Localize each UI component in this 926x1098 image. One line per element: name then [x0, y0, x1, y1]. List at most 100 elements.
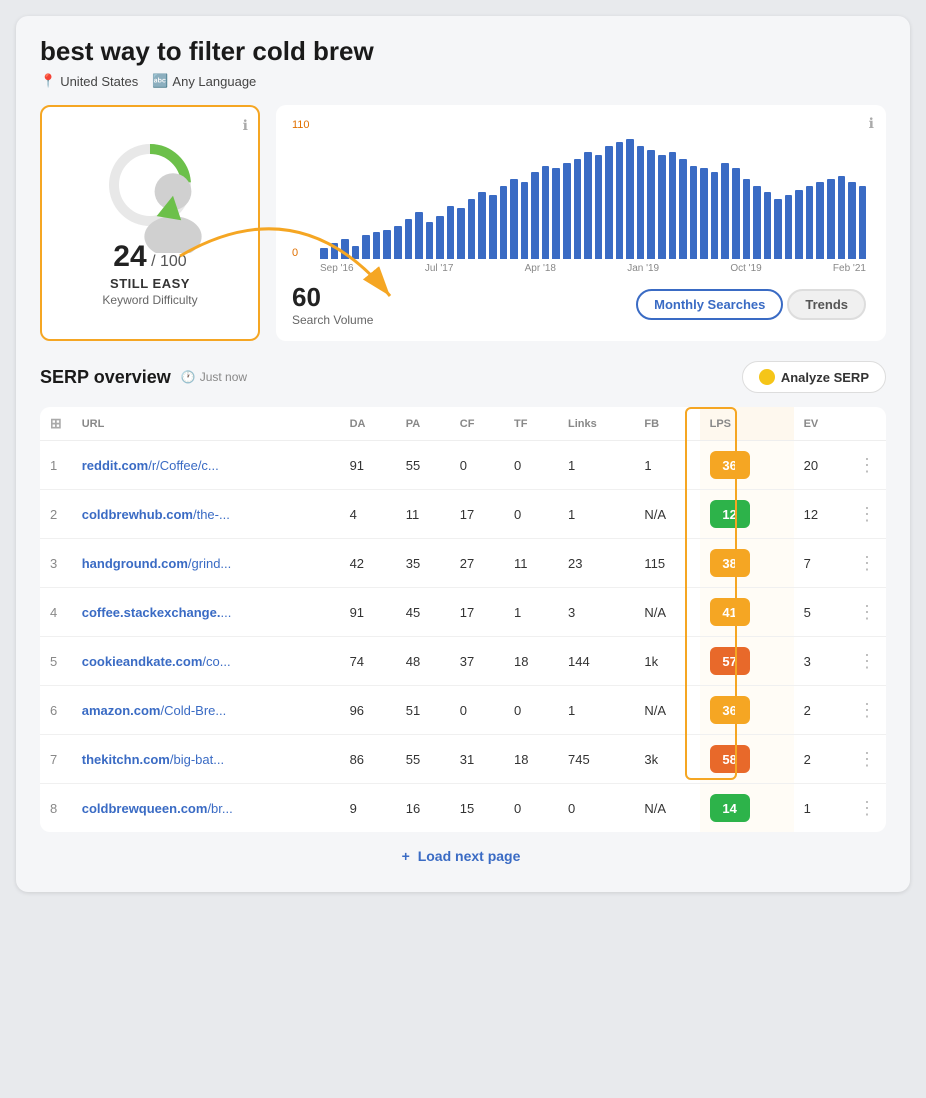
more-icon[interactable]: ⋮: [858, 504, 876, 524]
chart-bar: [690, 166, 698, 259]
difficulty-max: / 100: [151, 253, 187, 270]
cell-rank: 8: [40, 784, 72, 833]
chart-bar: [848, 182, 856, 259]
url-link[interactable]: cookieandkate.com/co...: [82, 654, 231, 669]
cell-url[interactable]: handground.com/grind...: [72, 539, 340, 588]
cell-rank: 7: [40, 735, 72, 784]
chart-bar: [785, 195, 793, 259]
cell-links: 3: [558, 588, 634, 637]
url-domain: coffee.stackexchange.: [82, 605, 221, 620]
more-icon[interactable]: ⋮: [858, 553, 876, 573]
difficulty-label: STILL EASY: [110, 276, 190, 291]
cell-more[interactable]: ⋮: [848, 637, 886, 686]
table-row: 1 reddit.com/r/Coffee/c... 91 55 0 0 1 1…: [40, 441, 886, 490]
url-link[interactable]: coldbrewqueen.com/br...: [82, 801, 233, 816]
chart-bar: [700, 168, 708, 259]
chart-bar: [595, 155, 603, 259]
chart-tab-group: Monthly Searches Trends: [636, 289, 866, 320]
table-header-row: ⊞ URL DA PA CF TF Links FB LPS EV: [40, 407, 886, 441]
difficulty-donut: [105, 140, 195, 230]
analyze-btn-label: Analyze SERP: [781, 370, 869, 385]
url-link[interactable]: handground.com/grind...: [82, 556, 232, 571]
url-domain: amazon.com: [82, 703, 161, 718]
tab-monthly-searches[interactable]: Monthly Searches: [636, 289, 783, 320]
more-icon[interactable]: ⋮: [858, 798, 876, 818]
coin-icon: [759, 369, 775, 385]
cell-da: 91: [340, 441, 396, 490]
chart-bar: [658, 155, 666, 259]
cell-url[interactable]: coldbrewhub.com/the-...: [72, 490, 340, 539]
url-link[interactable]: coldbrewhub.com/the-...: [82, 507, 230, 522]
url-link[interactable]: reddit.com/r/Coffee/c...: [82, 458, 219, 473]
cell-rank: 4: [40, 588, 72, 637]
lps-badge: 38: [710, 549, 750, 577]
cell-more[interactable]: ⋮: [848, 588, 886, 637]
chart-bar: [669, 152, 677, 259]
url-link[interactable]: amazon.com/Cold-Bre...: [82, 703, 227, 718]
cell-pa: 48: [396, 637, 450, 686]
more-icon[interactable]: ⋮: [858, 700, 876, 720]
lps-badge: 58: [710, 745, 750, 773]
cell-tf: 18: [504, 735, 558, 784]
chart-bar: [711, 172, 719, 259]
url-link[interactable]: coffee.stackexchange....: [82, 605, 232, 620]
cell-pa: 35: [396, 539, 450, 588]
cell-da: 96: [340, 686, 396, 735]
chart-bar: [394, 226, 402, 259]
cell-url[interactable]: coffee.stackexchange....: [72, 588, 340, 637]
serp-table: ⊞ URL DA PA CF TF Links FB LPS EV 1: [40, 407, 886, 832]
url-link[interactable]: thekitchn.com/big-bat...: [82, 752, 224, 767]
cell-url[interactable]: reddit.com/r/Coffee/c...: [72, 441, 340, 490]
cell-more[interactable]: ⋮: [848, 686, 886, 735]
cell-lps: 41: [700, 588, 794, 637]
load-next-button[interactable]: + Load next page: [40, 832, 886, 868]
cell-more[interactable]: ⋮: [848, 441, 886, 490]
difficulty-card: ℹ 24: [40, 105, 260, 341]
more-icon[interactable]: ⋮: [858, 651, 876, 671]
tab-trends[interactable]: Trends: [787, 289, 866, 320]
cell-more[interactable]: ⋮: [848, 539, 886, 588]
cell-url[interactable]: cookieandkate.com/co...: [72, 637, 340, 686]
cell-url[interactable]: amazon.com/Cold-Bre...: [72, 686, 340, 735]
cell-more[interactable]: ⋮: [848, 490, 886, 539]
chart-bar: [426, 222, 434, 259]
cell-more[interactable]: ⋮: [848, 735, 886, 784]
chart-bar: [827, 179, 835, 259]
th-actions: [848, 407, 886, 441]
chart-bar: [774, 199, 782, 259]
serp-section: SERP overview 🕐 Just now Analyze SERP ⊞ …: [40, 361, 886, 868]
table-row: 3 handground.com/grind... 42 35 27 11 23…: [40, 539, 886, 588]
cell-tf: 18: [504, 637, 558, 686]
chart-info-icon[interactable]: ℹ: [869, 115, 874, 132]
chart-bar: [341, 239, 349, 259]
cell-more[interactable]: ⋮: [848, 784, 886, 833]
url-path: ...: [220, 605, 231, 620]
url-path: /r/Coffee/c...: [148, 458, 219, 473]
cell-url[interactable]: coldbrewqueen.com/br...: [72, 784, 340, 833]
url-domain: coldbrewqueen.com: [82, 801, 208, 816]
more-icon[interactable]: ⋮: [858, 749, 876, 769]
cell-tf: 0: [504, 490, 558, 539]
cell-links: 144: [558, 637, 634, 686]
chart-y-max: 110: [292, 119, 310, 131]
cell-lps: 38: [700, 539, 794, 588]
chart-bar: [552, 168, 560, 259]
analyze-serp-button[interactable]: Analyze SERP: [742, 361, 886, 393]
cell-lps: 12: [700, 490, 794, 539]
difficulty-info-icon[interactable]: ℹ: [243, 117, 248, 134]
more-icon[interactable]: ⋮: [858, 455, 876, 475]
cell-pa: 45: [396, 588, 450, 637]
url-path: /br...: [207, 801, 232, 816]
cell-url[interactable]: thekitchn.com/big-bat...: [72, 735, 340, 784]
more-icon[interactable]: ⋮: [858, 602, 876, 622]
serp-title: SERP overview: [40, 367, 171, 388]
serp-title-group: SERP overview 🕐 Just now: [40, 367, 247, 388]
cell-fb: 3k: [634, 735, 699, 784]
url-path: /Cold-Bre...: [160, 703, 226, 718]
cell-fb: N/A: [634, 784, 699, 833]
th-lps: LPS: [700, 407, 794, 441]
serp-time-label: Just now: [200, 370, 247, 384]
cell-da: 74: [340, 637, 396, 686]
chart-bar: [362, 235, 370, 259]
top-section: ℹ 24: [40, 105, 886, 341]
